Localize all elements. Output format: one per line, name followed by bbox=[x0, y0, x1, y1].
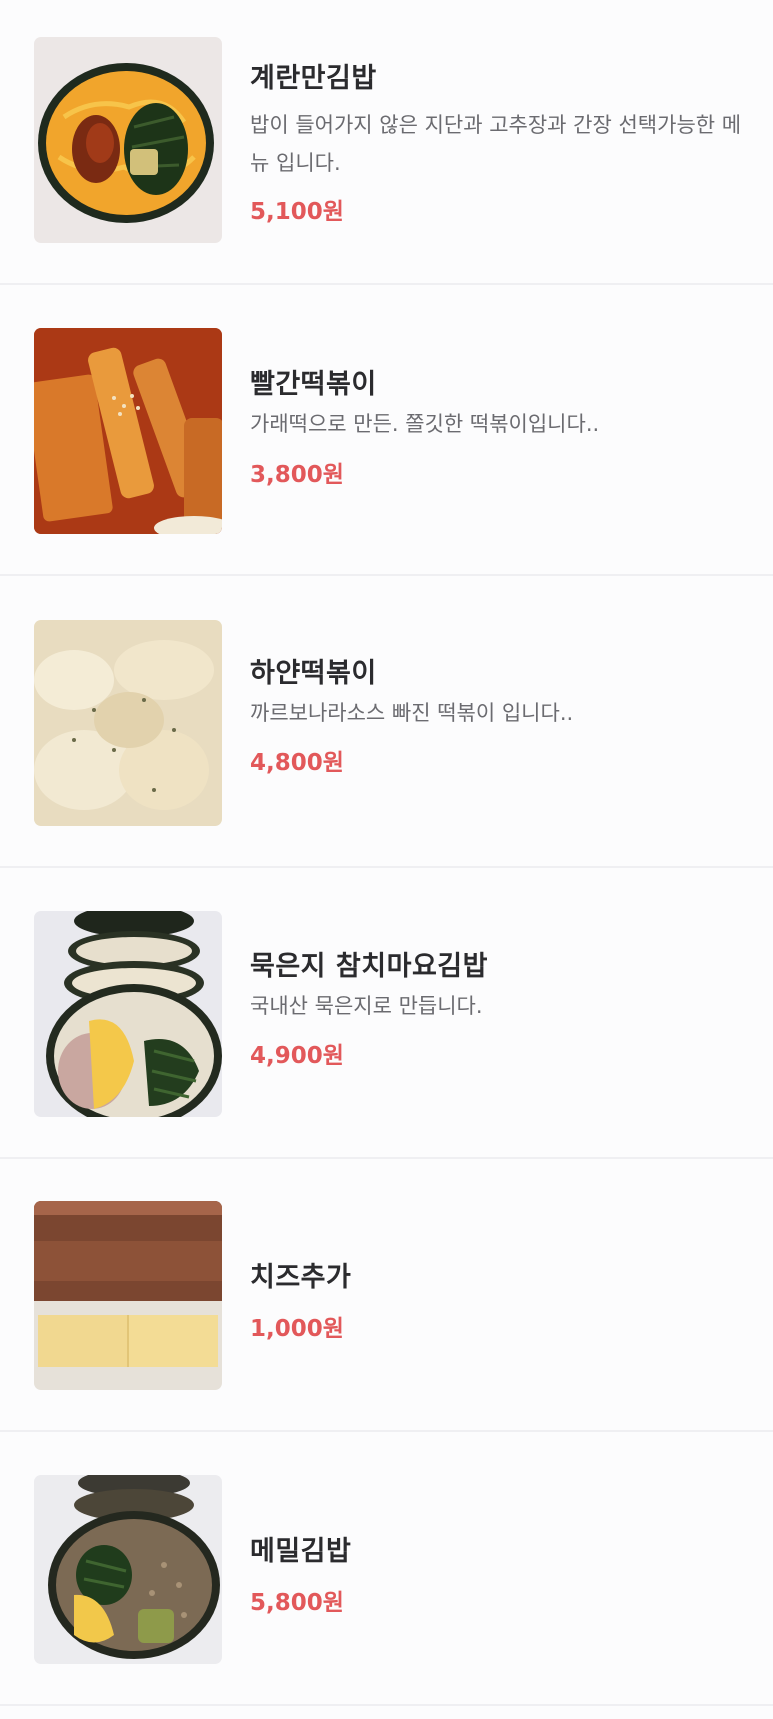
menu-item-description: 까르보나라소스 빠진 떡볶이 입니다.. bbox=[250, 701, 574, 725]
menu-item-price: 4,900원 bbox=[250, 1043, 344, 1069]
menu-item-photo bbox=[34, 328, 222, 534]
menu-item-cheese-add[interactable]: 치즈추가 1,000원 bbox=[0, 1159, 773, 1432]
menu-item-price: 1,000원 bbox=[250, 1316, 344, 1342]
menu-item-buckwheat-kimbap[interactable]: 메밀김밥 5,800원 bbox=[0, 1432, 773, 1706]
divider bbox=[0, 1704, 773, 1706]
menu-item-red-tteokbokki[interactable]: 빨간떡볶이 가래떡으로 만든. 쫄깃한 떡볶이입니다.. 3,800원 bbox=[0, 285, 773, 576]
menu-item-photo bbox=[34, 1201, 222, 1390]
menu-item-egg-kimbap[interactable]: 계란만김밥 밥이 들어가지 않은 지단과 고추장과 간장 선택가능한 메뉴 입니… bbox=[0, 0, 773, 285]
menu-item-name: 묵은지 참치마요김밥 bbox=[250, 951, 488, 982]
menu-item-white-tteokbokki[interactable]: 하얀떡볶이 까르보나라소스 빠진 떡볶이 입니다.. 4,800원 bbox=[0, 576, 773, 868]
menu-item-description: 가래떡으로 만든. 쫄깃한 떡볶이입니다.. bbox=[250, 412, 600, 436]
menu-item-name: 하얀떡볶이 bbox=[250, 658, 377, 689]
menu-item-price: 5,800원 bbox=[250, 1590, 344, 1616]
menu-item-price: 4,800원 bbox=[250, 750, 344, 776]
menu-item-name: 치즈추가 bbox=[250, 1262, 352, 1293]
menu-item-photo bbox=[34, 1475, 222, 1664]
menu-item-photo bbox=[34, 620, 222, 826]
menu-item-name: 계란만김밥 bbox=[250, 63, 377, 94]
menu-item-price: 3,800원 bbox=[250, 462, 344, 488]
menu-item-photo bbox=[34, 911, 222, 1117]
menu-item-description: 밥이 들어가지 않은 지단과 고추장과 간장 선택가능한 메뉴 입니다. bbox=[250, 113, 742, 175]
menu-item-name: 메밀김밥 bbox=[250, 1536, 352, 1567]
menu-item-photo bbox=[34, 37, 222, 243]
menu-item-name: 빨간떡볶이 bbox=[250, 369, 377, 400]
menu-item-price: 5,100원 bbox=[250, 199, 344, 225]
menu-item-description: 국내산 묵은지로 만듭니다. bbox=[250, 994, 483, 1018]
menu-item-tuna-mayo-kimbap[interactable]: 묵은지 참치마요김밥 국내산 묵은지로 만듭니다. 4,900원 bbox=[0, 868, 773, 1159]
